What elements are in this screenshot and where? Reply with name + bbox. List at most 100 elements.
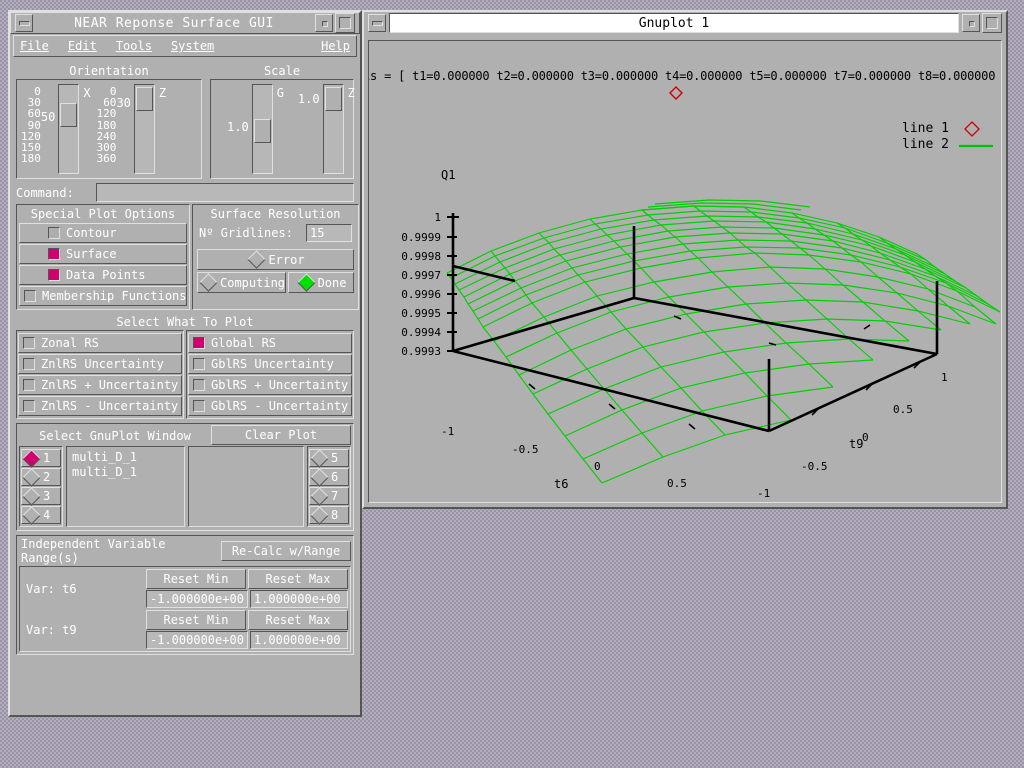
checkbox-global-rs[interactable]: Global RS [188,333,352,353]
checkbox-znlrs-minus-uncertainty[interactable]: ZnlRS - Uncertainty [18,396,182,416]
radio-computing[interactable]: Computing [197,272,287,293]
checkbox-znlrs-plus-uncertainty[interactable]: ZnlRS + Uncertainty [18,375,182,395]
minimize-icon[interactable] [368,14,386,32]
radio-indicator[interactable] [199,273,218,292]
max-value-t6[interactable]: 1.000000e+00 [249,590,348,608]
variable-row-t6: Var: t6 Reset Min Reset Max -1.000000e+0… [22,569,348,608]
checkbox-membership-functions[interactable]: Membership Functions [19,286,187,306]
checkbox-znlrs-uncertainty[interactable]: ZnlRS Uncertainty [18,354,182,374]
list-item[interactable]: multi_D_1 [72,465,179,480]
maximize-icon[interactable] [335,13,355,33]
radio-indicator[interactable] [22,467,41,487]
min-value-t6[interactable]: -1.000000e+00 [146,590,248,608]
svg-text:0.9998: 0.9998 [401,250,441,263]
checkbox-gblrs-uncertainty[interactable]: GblRS Uncertainty [188,354,352,374]
checkbox-label: GblRS + Uncertainty [211,378,349,392]
checkbox-gblrs-plus-uncertainty[interactable]: GblRS + Uncertainty [188,375,352,395]
checkbox-indicator[interactable] [48,269,60,281]
svg-text:0.9997: 0.9997 [401,269,441,282]
radio-label: 2 [43,470,51,484]
gnuplot-window-list-right[interactable] [187,446,304,527]
restore-icon[interactable] [315,14,333,32]
orientation-x-value: 50 [40,110,56,124]
max-value-t9[interactable]: 1.000000e+00 [249,631,348,649]
slider-thumb[interactable] [60,103,78,127]
command-row: Command: [16,183,354,202]
reset-min-button-t6[interactable]: Reset Min [146,569,246,589]
scale-g-value: 1.0 [227,120,249,134]
slider-thumb[interactable] [324,87,342,111]
radio-window-7[interactable]: 7 [309,486,349,506]
checkbox-indicator[interactable] [193,379,205,391]
checkbox-data-points[interactable]: Data Points [19,265,187,285]
checkbox-indicator[interactable] [23,358,35,370]
surface-resolution-label: Surface Resolution [210,207,341,221]
checkbox-indicator[interactable] [23,400,35,412]
radio-indicator[interactable] [310,505,329,525]
radio-window-6[interactable]: 6 [309,467,349,487]
radio-indicator[interactable] [310,467,329,487]
gridlines-input[interactable]: 15 [306,224,352,242]
checkbox-indicator[interactable] [193,337,205,349]
reset-min-button-t9[interactable]: Reset Min [146,610,246,630]
radio-window-1[interactable]: 1 [21,448,61,468]
checkbox-gblrs-minus-uncertainty[interactable]: GblRS - Uncertainty [188,396,352,416]
plot-options-left-column: Zonal RS ZnlRS Uncertainty ZnlRS + Uncer… [16,330,184,419]
menu-file[interactable]: File [20,39,49,53]
radio-window-4[interactable]: 4 [21,505,61,525]
gnuplot-window-title: Gnuplot 1 [638,15,710,31]
orientation-z-slider-group: 0 60 120 180 240 300 360 30 Z [97,84,166,174]
recalc-with-range-button[interactable]: Re-Calc w/Range [221,541,351,561]
gnuplot-plot-canvas[interactable]: ıs = [ t1=0.000000 t2=0.000000 t3=0.0000… [368,40,1002,503]
reset-max-button-t6[interactable]: Reset Max [248,569,348,589]
checkbox-label: GblRS - Uncertainty [211,399,349,413]
menu-system[interactable]: System [171,39,214,53]
restore-icon[interactable] [962,14,980,32]
radio-indicator[interactable] [22,486,41,506]
menu-help[interactable]: Help [321,39,350,53]
scale-z-slider[interactable] [322,84,344,174]
maximize-icon[interactable] [982,13,1002,33]
radio-indicator[interactable] [310,448,329,468]
slider-thumb[interactable] [253,119,271,143]
gnuplot-window-list-left[interactable]: multi_D_1 multi_D_1 [66,446,185,527]
slider-thumb[interactable] [135,87,153,111]
minimize-icon[interactable] [15,14,33,32]
radio-indicator[interactable] [22,448,41,468]
scale-z-value: 1.0 [297,92,320,106]
select-gnuplot-window-group: Select GnuPlot Window Clear Plot 1 2 3 4… [16,423,354,531]
y-axis-label: t9 [849,437,863,451]
min-value-t9[interactable]: -1.000000e+00 [146,631,248,649]
checkbox-contour[interactable]: Contour [19,223,187,243]
command-input[interactable] [96,183,354,202]
clear-plot-button[interactable]: Clear Plot [211,425,351,445]
list-item[interactable]: multi_D_1 [72,450,179,465]
orientation-x-slider[interactable] [58,84,80,174]
checkbox-zonal-rs[interactable]: Zonal RS [18,333,182,353]
checkbox-indicator[interactable] [23,337,35,349]
radio-indicator[interactable] [310,486,329,506]
axis-lines [451,213,939,433]
checkbox-indicator[interactable] [48,248,60,260]
radio-window-3[interactable]: 3 [21,486,61,506]
checkbox-surface[interactable]: Surface [19,244,187,264]
radio-indicator[interactable] [296,273,316,292]
radio-done[interactable]: Done [288,272,354,293]
menu-edit[interactable]: Edit [68,39,97,53]
radio-indicator[interactable] [247,250,267,269]
radio-window-2[interactable]: 2 [21,467,61,487]
radio-indicator[interactable] [22,505,41,525]
menu-tools[interactable]: Tools [116,39,152,53]
checkbox-indicator[interactable] [193,400,205,412]
checkbox-indicator[interactable] [48,227,60,239]
checkbox-indicator[interactable] [23,379,35,391]
radio-error[interactable]: Error [197,249,354,270]
reset-max-button-t9[interactable]: Reset Max [248,610,348,630]
radio-window-5[interactable]: 5 [309,448,349,468]
orientation-z-slider[interactable] [133,84,155,174]
checkbox-label: ZnlRS Uncertainty [41,357,164,371]
radio-window-8[interactable]: 8 [309,505,349,525]
scale-g-slider[interactable] [251,84,273,174]
checkbox-indicator[interactable] [193,358,205,370]
checkbox-indicator[interactable] [24,290,36,302]
